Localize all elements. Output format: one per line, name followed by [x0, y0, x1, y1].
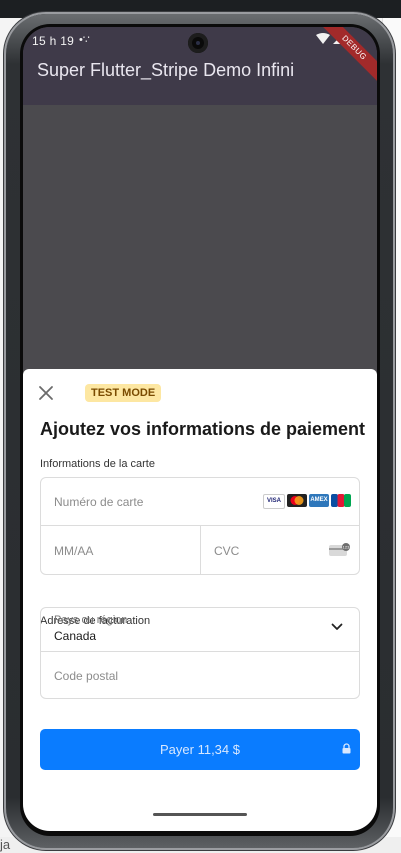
country-value: Canada [54, 629, 97, 643]
test-mode-badge: TEST MODE [85, 384, 162, 402]
card-number-field[interactable]: Numéro de carte VISA AMEX [41, 478, 359, 526]
front-camera [188, 33, 208, 53]
notification-icon: •∵ [79, 34, 90, 46]
pay-button-label: Payer 11,34 $ [160, 742, 240, 757]
cvc-card-icon: 123 [329, 543, 350, 556]
pay-button[interactable]: Payer 11,34 $ [40, 729, 360, 770]
app-bar: 15 h 19 •∵ Super Flutter_Stripe Demo Inf… [23, 27, 377, 105]
card-section-label: Informations de la carte [40, 458, 155, 470]
chevron-down-icon [331, 623, 343, 630]
card-number-placeholder: Numéro de carte [54, 495, 144, 509]
home-indicator[interactable] [153, 813, 247, 816]
phone-frame: 15 h 19 •∵ Super Flutter_Stripe Demo Inf… [6, 14, 393, 848]
country-label: Pays ou région [54, 614, 128, 626]
phone-bezel: 15 h 19 •∵ Super Flutter_Stripe Demo Inf… [20, 24, 380, 836]
amex-icon: AMEX [309, 494, 329, 507]
svg-text:123: 123 [343, 545, 350, 550]
card-brands: VISA AMEX [263, 494, 351, 509]
country-select[interactable]: Pays ou région Canada [41, 608, 359, 652]
phone-screen: 15 h 19 •∵ Super Flutter_Stripe Demo Inf… [23, 27, 377, 831]
sheet-title: Ajoutez vos informations de paiement [40, 419, 366, 439]
postal-code-field[interactable]: Code postal [54, 669, 118, 683]
mastercard-icon [287, 494, 307, 507]
billing-address-form: Pays ou région Canada Code postal [40, 607, 360, 699]
card-details-form: Numéro de carte VISA AMEX MM/AA CVC 123 [40, 477, 360, 575]
expiry-field[interactable]: MM/AA [54, 544, 93, 558]
close-icon[interactable] [37, 384, 55, 402]
jcb-icon [331, 494, 351, 507]
app-title: Super Flutter_Stripe Demo Infini [37, 60, 295, 80]
lock-icon [342, 743, 351, 754]
card-expiry-cvc-row: MM/AA CVC 123 [41, 526, 359, 574]
visa-icon: VISA [263, 494, 285, 509]
desktop-fragment-text: ja [0, 837, 11, 852]
field-divider [200, 526, 201, 574]
cvc-field[interactable]: CVC [214, 544, 239, 558]
payment-sheet: TEST MODE Ajoutez vos informations de pa… [23, 369, 377, 831]
status-time: 15 h 19 [32, 34, 75, 48]
